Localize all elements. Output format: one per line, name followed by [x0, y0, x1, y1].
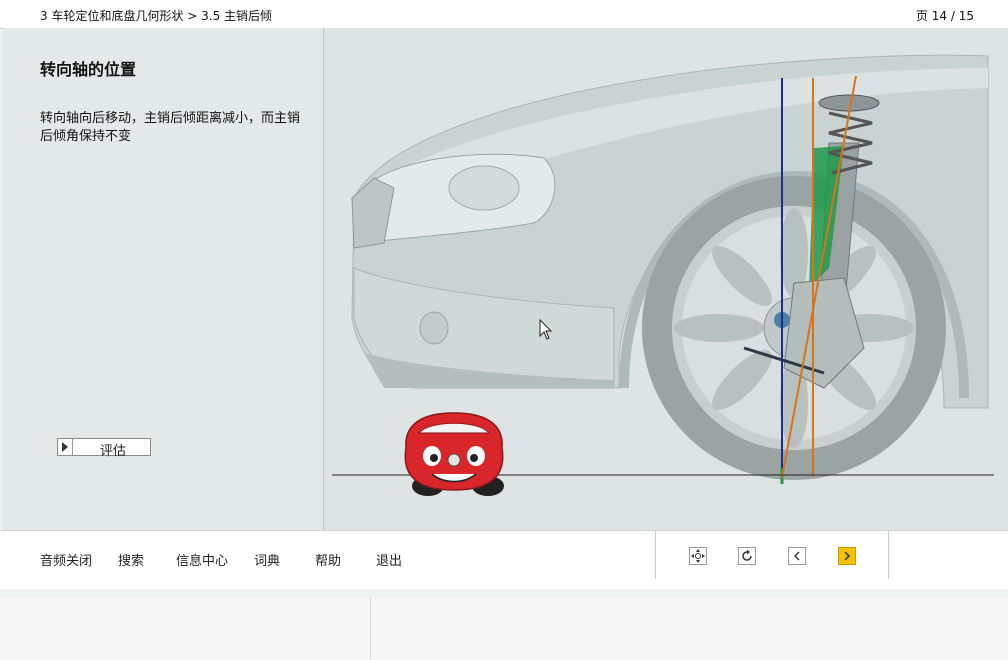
next-button[interactable]	[838, 547, 856, 565]
refresh-button[interactable]	[738, 547, 756, 565]
mascot-car	[404, 412, 504, 496]
fog-light	[419, 311, 449, 345]
previous-icon	[793, 551, 800, 561]
headlight-lens	[448, 165, 520, 211]
footer-divider	[888, 531, 889, 579]
next-icon	[844, 551, 851, 561]
help-link[interactable]: 帮助	[315, 550, 341, 569]
play-arrow-icon	[58, 439, 73, 455]
move-icon	[691, 549, 705, 563]
refresh-icon	[742, 549, 752, 561]
text-panel: 转向轴的位置 转向轴向后移动，主销后倾距离减小，而主销后倾角保持不变 评估	[3, 28, 324, 530]
move-button[interactable]	[689, 547, 707, 565]
footer-divider	[655, 531, 656, 579]
audio-off-link[interactable]: 音频关闭	[40, 550, 92, 569]
background-divider	[370, 598, 371, 660]
section-description: 转向轴向后移动，主销后倾距离减小，而主销后倾角保持不变	[40, 111, 301, 144]
info-center-link[interactable]: 信息中心	[176, 550, 228, 569]
glossary-link[interactable]: 词典	[254, 550, 280, 569]
previous-button[interactable]	[788, 547, 806, 565]
section-title: 转向轴的位置	[40, 60, 137, 79]
page-indicator: 页 14 / 15	[915, 9, 974, 23]
illustration-area	[324, 28, 1008, 530]
evaluate-button[interactable]: 评估	[57, 438, 151, 459]
car-wheel-illustration	[332, 54, 994, 496]
top-bar: 3 车轮定位和底盘几何形状 > 3.5 主销后倾 页 14 / 15	[0, 0, 1008, 29]
footer-bar: 音频关闭 搜索 信息中心 词典 帮助 退出	[0, 530, 1008, 589]
evaluate-label: 评估	[99, 444, 126, 459]
application-window: 3 车轮定位和底盘几何形状 > 3.5 主销后倾 页 14 / 15 转向轴的位…	[0, 0, 1008, 598]
background-window	[0, 598, 1008, 660]
breadcrumb: 3 车轮定位和底盘几何形状 > 3.5 主销后倾	[40, 9, 273, 23]
search-link[interactable]: 搜索	[118, 550, 144, 569]
exit-link[interactable]: 退出	[376, 550, 402, 569]
